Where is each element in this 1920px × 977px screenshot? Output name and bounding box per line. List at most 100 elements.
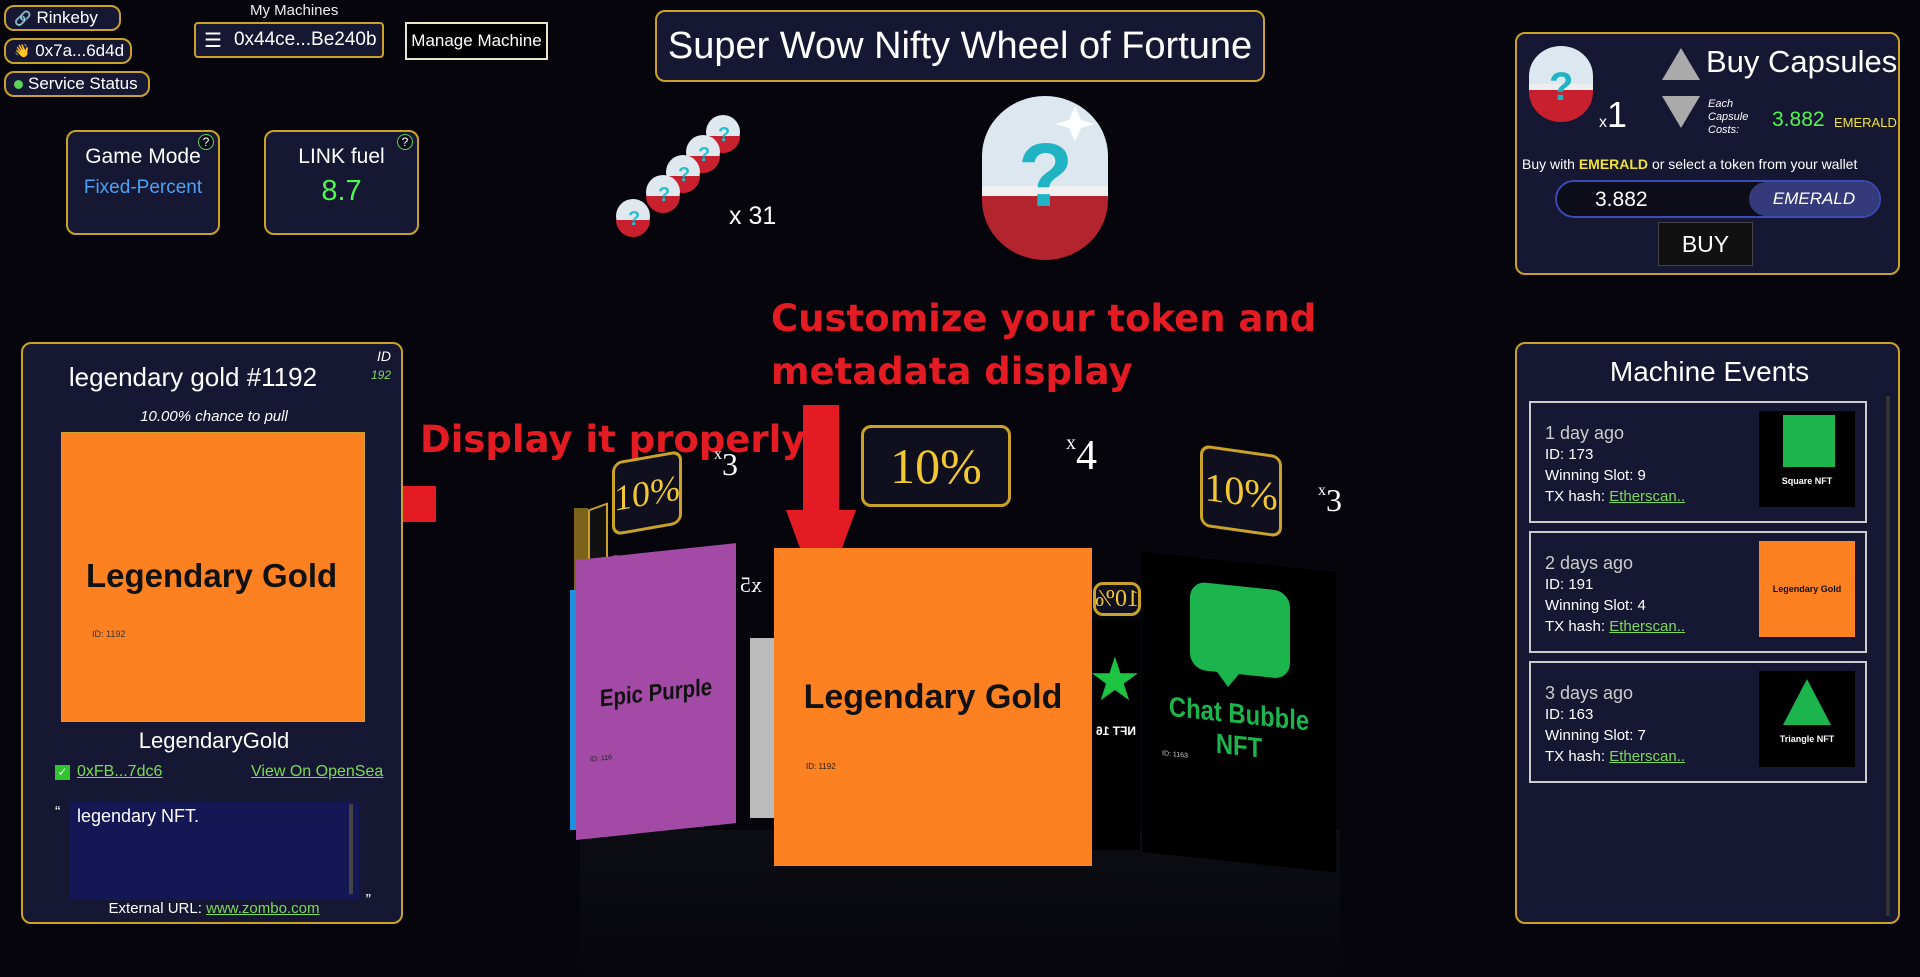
buy-capsules-panel: ? x1 Buy Capsules Each Capsule Costs: 3.88… [1515,32,1900,275]
collection-name: LegendaryGold [138,728,290,753]
slot-card-legendary-gold: Legendary Gold ID: 1192 [774,548,1092,866]
page-title: Super Wow Nifty Wheel of Fortune [655,10,1265,82]
svg-text:?: ? [1549,65,1573,109]
manage-machine-button[interactable]: Manage Machine [405,22,548,60]
triangle-icon [1783,679,1831,725]
token-name: legendary gold #1192 [68,362,318,392]
svg-text:?: ? [678,164,690,186]
side-percent-right: 10% [1093,582,1141,616]
back-multiplier-mid: x5 [740,572,762,597]
buy-capsules-title: Buy Capsules [1706,44,1898,79]
star-icon: ★ [1088,646,1142,713]
hand-wave-icon: 👋 [14,43,31,58]
events-scrollbar[interactable] [1886,396,1890,916]
pull-chance: 10.00% chance to pull [140,408,288,425]
token-select-button[interactable]: EMERALD [1749,182,1879,216]
svg-text:?: ? [698,144,710,166]
token-detail-panel: legendary gold #1192 ID 192 10.00% chanc… [21,342,403,924]
slot-card-title: Epic Purple [599,673,713,713]
wallet-badge[interactable]: 👋 0x7a...6d4d [4,38,132,64]
slot-card-epic-purple: Epic Purple ID: 116 [576,543,736,840]
thumb-label: Triangle NFT [1779,734,1835,744]
amount-value: 3.882 [1595,188,1648,211]
svg-text:?: ? [718,124,730,146]
event-card[interactable]: 3 days ago ID: 163 Winning Slot: 7 TX ha… [1529,661,1867,783]
chain-link-icon: 🔗 [14,9,32,26]
token-description: legendary NFT. [77,806,200,826]
note-token: EMERALD [1578,156,1649,172]
event-thumbnail: Triangle NFT [1759,671,1855,767]
link-fuel-label: LINK fuel [298,145,385,168]
my-machines-caption: My Machines [250,2,339,19]
slot-percent-2: 10% [861,425,1011,507]
status-dot-icon [14,79,23,89]
cost-token: EMERALD [1834,115,1897,130]
etherscan-link[interactable]: Etherscan.. [1609,618,1685,635]
external-url-link[interactable]: www.zombo.com [206,900,319,917]
event-card[interactable]: 2 days ago ID: 191 Winning Slot: 4 TX ha… [1529,531,1867,653]
game-mode-value: Fixed-Percent [83,177,203,198]
link-fuel-value: 8.7 [321,175,362,207]
square-icon [1783,415,1835,467]
star-nft-label: NFT 16 [1096,724,1137,738]
description-scrollbar[interactable] [349,804,353,894]
chat-bubble-tail [1214,667,1242,689]
machine-address: 0x44ce...Be240b [233,29,377,50]
svg-text:?: ? [628,208,640,230]
cost-caption: Each Capsule Costs: [1708,98,1749,136]
external-url-row: External URL: www.zombo.com [23,900,405,917]
description-box: “ legendary NFT. ” [55,802,371,909]
event-thumbnail: Square NFT [1759,411,1855,507]
slot-card-id: ID: 1192 [806,762,836,771]
token-image: Legendary Gold ID: 1192 [61,432,365,722]
machine-selector[interactable]: ☰ 0x44ce...Be240b [194,22,384,58]
slot-card-id: ID: 116 [590,754,613,764]
quantity-value: 1 [1607,94,1628,135]
slot-multiplier-1: x3 [714,446,738,482]
game-mode-panel: Game Mode Fixed-Percent ? [66,130,220,235]
contract-link[interactable]: 0xFB...7dc6 [77,763,162,781]
thumb-label: Legendary Gold [1772,584,1842,594]
etherscan-link[interactable]: Etherscan.. [1609,488,1685,505]
service-status-label: Service Status [28,74,138,93]
service-status-badge[interactable]: Service Status [4,71,150,97]
slot-percent-1: 10% [612,449,682,537]
event-card[interactable]: 1 day ago ID: 173 Winning Slot: 9 TX has… [1529,401,1867,523]
cost-value: 3.882 [1772,108,1825,131]
verified-check-icon: ✓ [55,765,70,780]
token-id-value: 192 [370,368,391,382]
hamburger-menu-icon[interactable]: ☰ [204,28,222,53]
quantity-display: x1 [1599,94,1628,135]
help-icon[interactable]: ? [397,134,413,150]
network-label: Rinkeby [36,8,98,27]
help-icon[interactable]: ? [198,134,214,150]
network-badge[interactable]: 🔗 Rinkeby [4,5,121,31]
slot-percent-3: 10% [1200,444,1282,538]
opensea-link[interactable]: View On OpenSea [251,763,383,781]
svg-text:?: ? [1018,126,1073,226]
link-fuel-panel: LINK fuel 8.7 ? [264,130,419,235]
chat-bubble-icon [1190,581,1290,680]
thumb-label: Square NFT [1781,476,1833,486]
star-nft-card: ★ NFT 16 [1088,620,1142,850]
prize-wheel[interactable]: x3 10% x3 Epic Purple ID: 116 x5 10% x4 … [560,420,1350,977]
increase-quantity-icon[interactable] [1662,48,1700,80]
token-image-title: Legendary Gold [86,557,338,594]
external-url-label: External URL: [108,900,202,917]
slot-multiplier-3: x3 [1318,482,1342,518]
decrease-quantity-icon[interactable] [1662,96,1700,128]
slot-card-id: ID: 1163 [1162,750,1188,760]
wallet-address: 0x7a...6d4d [35,41,125,60]
svg-text:?: ? [658,184,670,206]
machine-events-title: Machine Events [1609,356,1810,387]
slot-card-chat-bubble: Chat Bubble NFT ID: 1163 [1142,552,1336,873]
token-id-label: ID [377,348,391,364]
game-mode-label: Game Mode [85,145,201,168]
buy-button[interactable]: BUY [1658,222,1753,266]
event-thumbnail: Legendary Gold [1759,541,1855,637]
mystery-capsule-icon[interactable]: ? [980,96,1110,264]
etherscan-link[interactable]: Etherscan.. [1609,748,1685,765]
amount-field[interactable]: 3.882 EMERALD [1555,180,1881,218]
open-quote-icon: “ [55,804,61,821]
annotation-customize-line1: Customize your token and [771,297,1317,340]
